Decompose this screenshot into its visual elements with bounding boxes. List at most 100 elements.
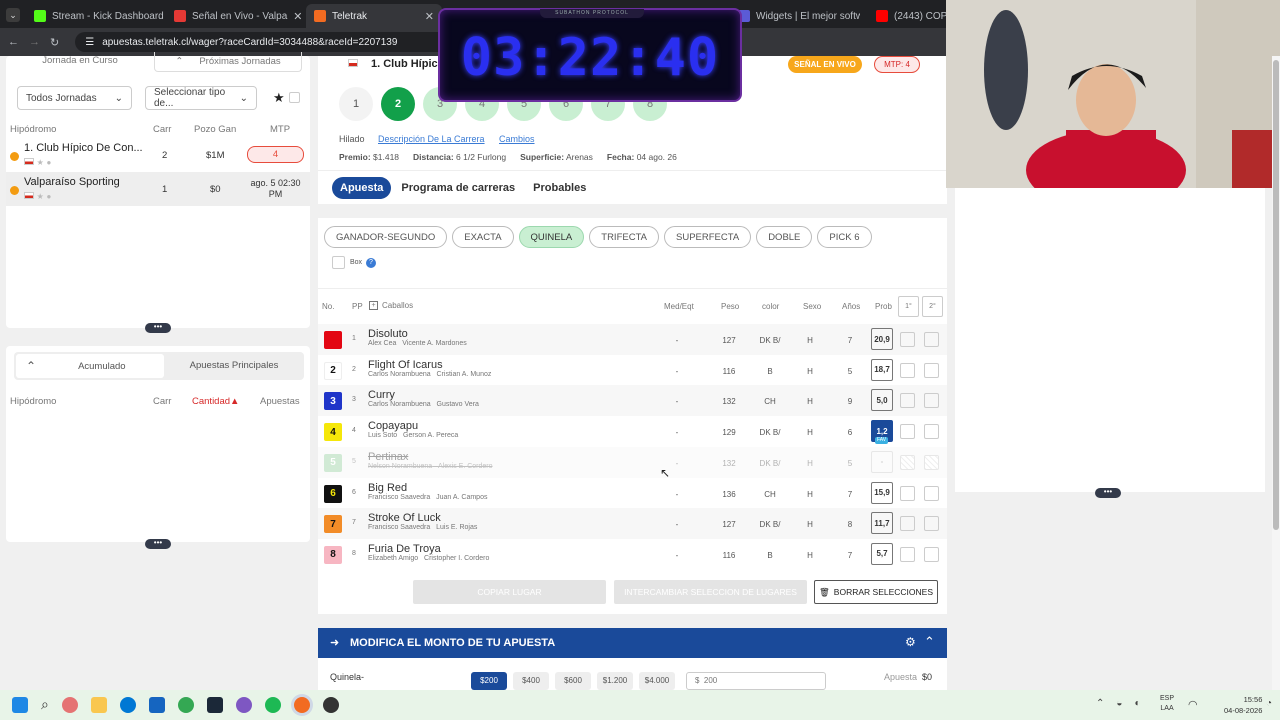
- first-place-checkbox[interactable]: [900, 485, 915, 501]
- spotify-icon[interactable]: [264, 696, 281, 713]
- bet-type-pick 6[interactable]: PICK 6: [817, 226, 872, 248]
- amount-chip[interactable]: $600: [555, 672, 591, 690]
- horse-row[interactable]: 7 7 Stroke Of Luck Francisco Saavedra Luis …: [318, 508, 947, 540]
- resize-handle[interactable]: •••: [145, 539, 171, 549]
- bet-type-exacta[interactable]: EXACTA: [452, 226, 514, 248]
- url-field[interactable]: ☰ apuestas.teletrak.cl/wager?raceCardId=3…: [75, 32, 496, 52]
- tab-next-meetings[interactable]: ⌃ Próximas Jornadas: [154, 52, 302, 72]
- chrome-icon[interactable]: [177, 696, 194, 713]
- amount-input[interactable]: $ 200: [686, 672, 826, 690]
- tab-current-meeting[interactable]: Jornada en Curso: [6, 56, 154, 72]
- copilot-icon[interactable]: [61, 696, 78, 713]
- help-icon[interactable]: ?: [366, 258, 376, 268]
- tab-search-icon[interactable]: ⌄: [6, 8, 20, 22]
- tab-probables[interactable]: Probables: [533, 182, 586, 194]
- tab-main-bets[interactable]: Apuestas Principales: [164, 360, 304, 371]
- resize-handle[interactable]: •••: [145, 323, 171, 333]
- box-checkbox[interactable]: [332, 256, 345, 269]
- second-place-checkbox[interactable]: [924, 332, 939, 347]
- horse-row[interactable]: 8 8 Furia De Troya Elizabeth Amigo Cristoph…: [318, 539, 947, 570]
- audio-icon[interactable]: ◐: [1134, 698, 1140, 709]
- second-place-checkbox[interactable]: [924, 516, 939, 532]
- tab-bet[interactable]: Apuesta: [332, 176, 392, 199]
- first-place-checkbox[interactable]: [900, 362, 915, 378]
- bet-type-quinela[interactable]: QUINELA: [518, 226, 585, 248]
- clock[interactable]: 15:56 04-08-2026: [1224, 694, 1262, 716]
- col-quantity-sorted[interactable]: Cantidad▲: [192, 396, 239, 407]
- network-icon[interactable]: ◒: [1116, 698, 1122, 709]
- chevron-up-icon[interactable]: ⌃: [924, 634, 935, 650]
- back-icon[interactable]: ←: [8, 36, 19, 48]
- star-icon[interactable]: ★: [273, 90, 285, 106]
- reload-icon[interactable]: ↻: [50, 36, 59, 49]
- bet-type-trifecta[interactable]: TRIFECTA: [589, 226, 660, 248]
- edge-icon[interactable]: [119, 696, 136, 713]
- amount-chip[interactable]: $1.200: [597, 672, 633, 690]
- col-first-place[interactable]: 1°: [898, 296, 919, 317]
- horse-row[interactable]: 1 1 Disoluto Alex Cea Vicente A. Mardones - 1…: [318, 324, 947, 355]
- amount-chip[interactable]: $200: [471, 672, 507, 690]
- folder-icon[interactable]: [90, 696, 107, 713]
- horse-row[interactable]: 6 6 Big Red Francisco Saavedra Juan A. Camp…: [318, 478, 947, 509]
- obs-icon[interactable]: [322, 696, 339, 713]
- clear-selections-button[interactable]: 🗑 BORRAR SELECCIONES: [814, 580, 938, 604]
- race-number-button[interactable]: 1: [339, 87, 373, 121]
- first-place-checkbox[interactable]: [900, 424, 915, 440]
- meeting-filter-select[interactable]: Todos Jornadas ⌄: [17, 86, 132, 110]
- copy-place-button[interactable]: COPIAR LUGAR: [413, 580, 606, 604]
- col-second-place[interactable]: 2°: [922, 296, 943, 317]
- second-place-checkbox[interactable]: [924, 454, 939, 470]
- second-place-checkbox[interactable]: [924, 424, 939, 440]
- second-place-checkbox[interactable]: [924, 393, 939, 409]
- horse-row[interactable]: 4 4 Copayapu Luis Soto Gerson A. Pereca - 129…: [318, 416, 947, 447]
- amount-chip[interactable]: $400: [513, 672, 549, 690]
- first-place-checkbox[interactable]: [900, 393, 915, 409]
- steam-icon[interactable]: [206, 696, 223, 713]
- second-place-checkbox[interactable]: [924, 362, 939, 378]
- first-place-checkbox[interactable]: [900, 454, 915, 470]
- first-place-checkbox[interactable]: [900, 332, 915, 347]
- horse-row[interactable]: 3 3 Curry Carlos Norambuena Gustavo Vera - 13…: [318, 385, 947, 417]
- close-icon[interactable]: ✕: [293, 10, 302, 23]
- browser-tab[interactable]: Widgets | El mejor softwa✕: [730, 4, 860, 28]
- first-place-checkbox[interactable]: [900, 516, 915, 532]
- wifi-icon[interactable]: ◠: [1188, 698, 1198, 711]
- changes-link[interactable]: Cambios: [499, 134, 535, 144]
- tab-program[interactable]: Programa de carreras: [401, 182, 515, 194]
- active-browser-icon[interactable]: [293, 696, 310, 713]
- bet-type-doble[interactable]: DOBLE: [756, 226, 813, 248]
- race-row[interactable]: 1. Club Hípico De Con... ★ ● 2 $1M 4: [6, 138, 310, 172]
- browser-tab[interactable]: Señal en Vivo - Valpa ✕: [166, 4, 306, 28]
- bet-type-ganador-segundo[interactable]: GANADOR-SEGUNDO: [324, 226, 448, 248]
- amount-chip[interactable]: $4.000: [639, 672, 675, 690]
- browser-tab[interactable]: (2443) COPAVAI: [868, 4, 946, 28]
- favorites-checkbox[interactable]: [289, 92, 300, 103]
- type-filter-select[interactable]: Seleccionar tipo de... ⌄: [145, 86, 257, 110]
- horse-row[interactable]: 5 5 Pertinax Nelson Norambuena Alexis E. Co…: [318, 446, 947, 478]
- amount-header[interactable]: ➜ MODIFICA EL MONTO DE TU APUESTA ⚙ ⌃: [318, 628, 947, 658]
- star-icon[interactable]: ★: [37, 192, 44, 201]
- bet-type-superfecta[interactable]: SUPERFECTA: [664, 226, 752, 248]
- star-icon[interactable]: ★: [37, 158, 44, 167]
- race-row[interactable]: Valparaíso Sporting ★ ● 1 $0 ago. 5 02:3…: [6, 172, 310, 206]
- discord-icon[interactable]: [235, 696, 252, 713]
- chevron-up-icon[interactable]: ⌃: [1096, 698, 1104, 709]
- col-horses[interactable]: + Caballos: [369, 301, 413, 310]
- info-icon[interactable]: ●: [46, 158, 51, 167]
- info-icon[interactable]: ●: [46, 192, 51, 201]
- close-icon[interactable]: ✕: [425, 10, 434, 23]
- second-place-checkbox[interactable]: [924, 546, 939, 562]
- resize-handle[interactable]: •••: [1095, 488, 1121, 498]
- browser-tab[interactable]: Stream - Kick Dashboard✕: [26, 4, 166, 28]
- language-indicator[interactable]: ESP LAA: [1160, 694, 1174, 714]
- browser-tab-active[interactable]: Teletrak ✕: [306, 4, 442, 28]
- forward-icon[interactable]: →: [29, 36, 40, 48]
- race-description-link[interactable]: Descripción De La Carrera: [378, 134, 485, 144]
- site-info-icon[interactable]: ☰: [85, 37, 94, 48]
- gear-icon[interactable]: ⚙: [905, 635, 916, 649]
- store-icon[interactable]: [148, 696, 165, 713]
- first-place-checkbox[interactable]: [900, 546, 915, 562]
- horse-row[interactable]: 2 2 Flight Of Icarus Carlos Norambuena Cris…: [318, 355, 947, 386]
- search-icon[interactable]: ⌕: [41, 696, 49, 713]
- windows-start-icon[interactable]: [12, 696, 28, 713]
